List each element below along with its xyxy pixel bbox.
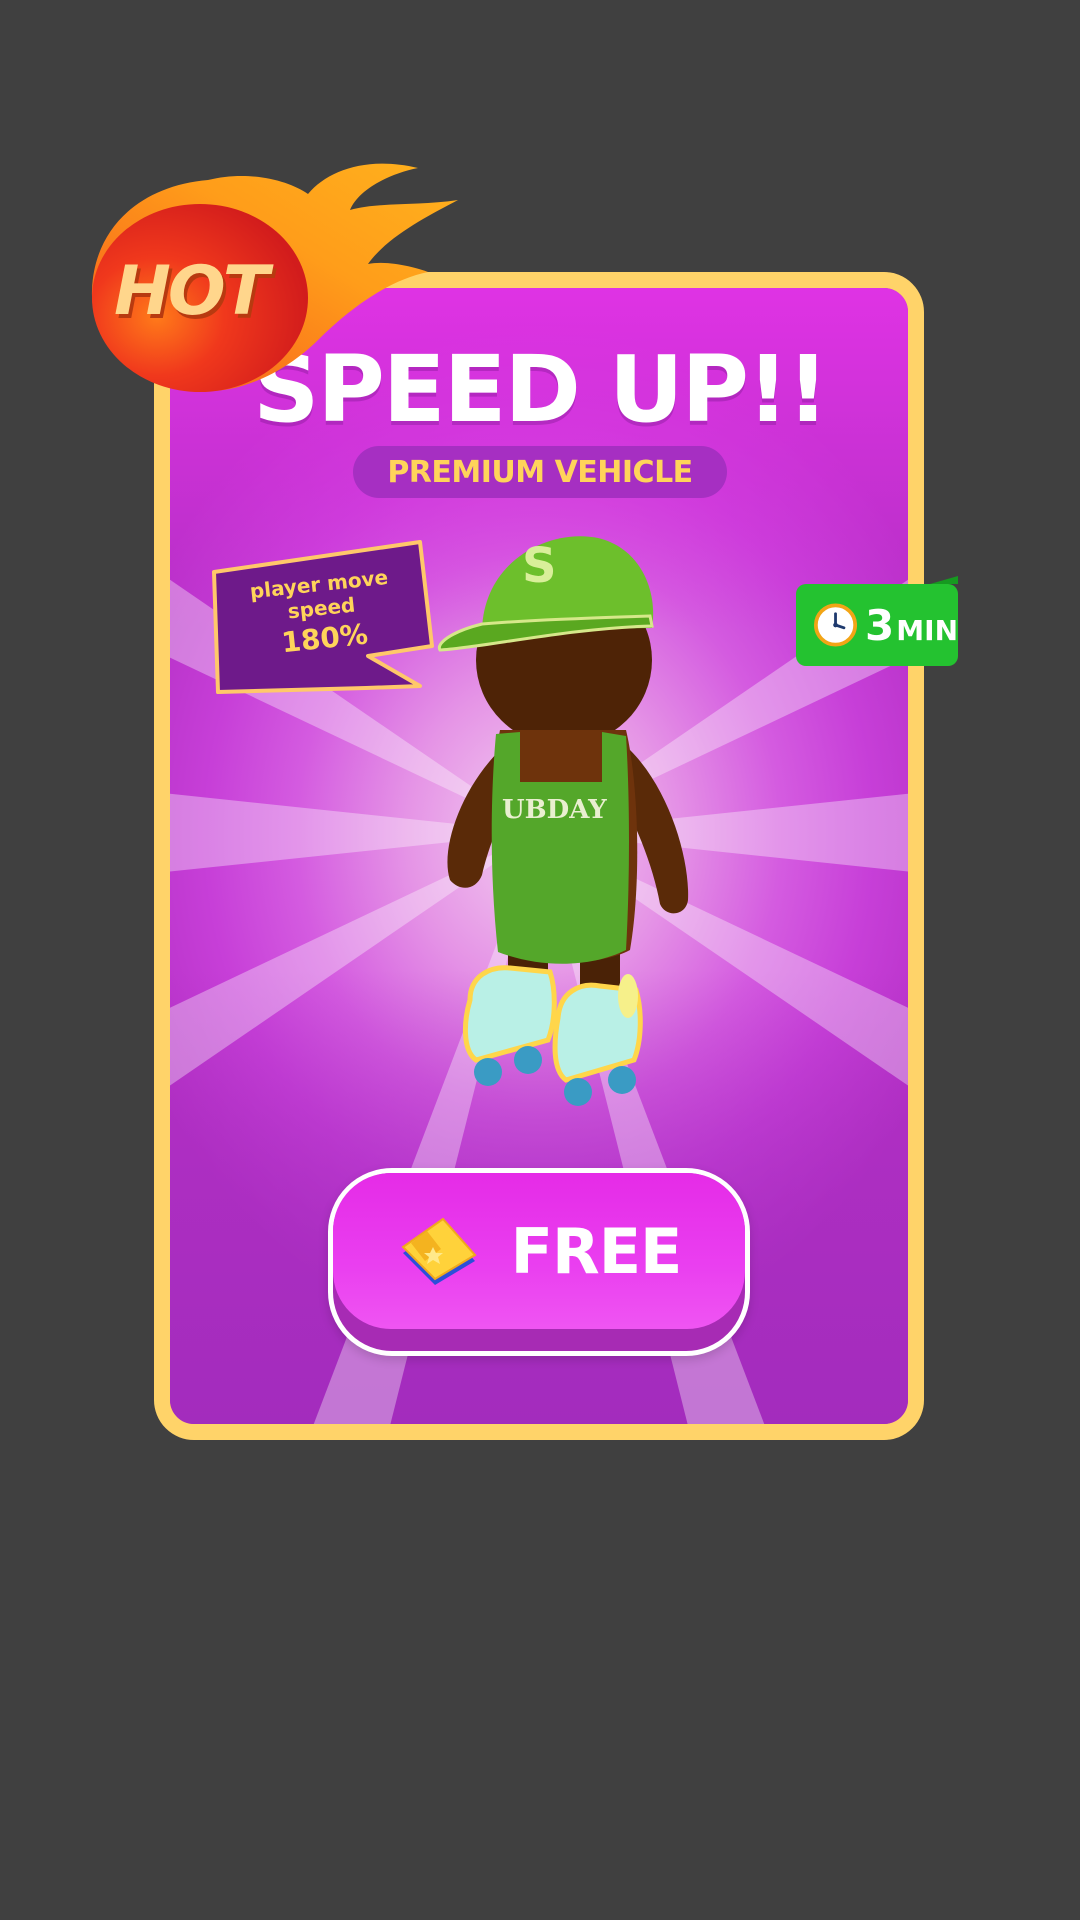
shirt-text: UBDAY <box>502 795 607 825</box>
subtitle-label: PREMIUM VEHICLE <box>387 454 693 490</box>
character-preview: S UBDAY <box>437 536 689 1106</box>
timer-unit: MIN <box>896 613 958 647</box>
free-button-face[interactable]: FREE <box>333 1173 745 1329</box>
hot-label: HOT <box>114 252 269 331</box>
cap-letter: S <box>522 538 557 594</box>
ticket-icon <box>401 1217 477 1285</box>
free-button-label: FREE <box>510 1214 683 1288</box>
clock-icon <box>814 603 858 647</box>
free-button[interactable]: FREE <box>328 1168 750 1356</box>
timer-value: 3 <box>865 600 895 650</box>
timer-badge: 3 MIN <box>796 576 958 666</box>
subtitle-pill: PREMIUM VEHICLE <box>353 446 727 498</box>
